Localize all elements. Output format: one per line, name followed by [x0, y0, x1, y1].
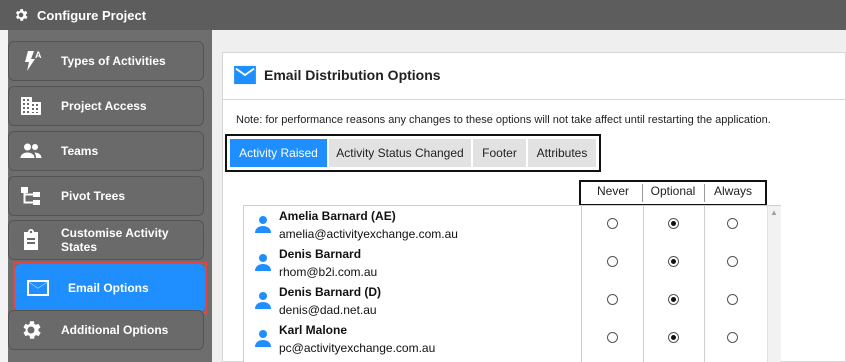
- radio-always[interactable]: [727, 256, 738, 267]
- user-email: denis@dad.net.au: [279, 303, 377, 317]
- user-row: Denis Barnard rhom@b2i.com.au: [244, 245, 579, 283]
- envelope-icon: [27, 280, 49, 296]
- window-titlebar: Configure Project: [0, 0, 846, 30]
- radio-optional[interactable]: [668, 294, 679, 305]
- list-scrollbar[interactable]: [767, 206, 781, 362]
- building-icon: [21, 97, 41, 115]
- user-row: Karl Malone pc@activityexchange.com.au: [244, 321, 579, 359]
- people-icon: [20, 143, 42, 158]
- performance-note: Note: for performance reasons any change…: [236, 114, 771, 126]
- sidebar-item-types-of-activities[interactable]: A Types of Activities: [8, 41, 204, 81]
- user-icon: [255, 254, 271, 271]
- gear-icon: [23, 321, 41, 339]
- radio-always[interactable]: [727, 294, 738, 305]
- radio-never[interactable]: [607, 256, 618, 267]
- radio-never[interactable]: [607, 294, 618, 305]
- lightning-a-icon: A: [25, 50, 42, 71]
- sidebar-item-customise-activity-states[interactable]: Customise Activity States: [8, 220, 204, 260]
- user-row: Denis Barnard (D) denis@dad.net.au: [244, 283, 579, 321]
- clipboard-icon: [24, 229, 38, 250]
- user-name: Denis Barnard (D): [279, 285, 382, 299]
- user-name: Amelia Barnard (AE): [279, 209, 396, 223]
- user-icon: [255, 330, 271, 347]
- user-name: Denis Barnard: [279, 247, 362, 261]
- sidebar-item-label: Pivot Trees: [61, 189, 126, 203]
- user-email: pc@activityexchange.com.au: [279, 341, 436, 355]
- envelope-icon: [234, 65, 256, 85]
- sidebar-item-additional-options[interactable]: Additional Options: [8, 310, 204, 350]
- scroll-up-arrow-icon[interactable]: ▲: [770, 208, 778, 217]
- sidebar-item-teams[interactable]: Teams: [8, 131, 204, 171]
- user-email: rhom@b2i.com.au: [279, 265, 378, 279]
- radio-never[interactable]: [607, 332, 618, 343]
- header-divider: [222, 99, 846, 100]
- tree-icon: [21, 187, 40, 205]
- user-icon: [255, 292, 271, 309]
- column-header-always: Always: [713, 184, 752, 198]
- sidebar-item-email-options[interactable]: Email Options: [15, 264, 205, 312]
- gear-icon: [15, 9, 28, 21]
- column-divider: [581, 205, 582, 362]
- radio-optional[interactable]: [668, 218, 679, 229]
- tab-footer[interactable]: Footer: [473, 139, 526, 167]
- column-divider: [704, 205, 705, 362]
- user-row: Amelia Barnard (AE) amelia@activityexcha…: [244, 207, 579, 245]
- sidebar-item-label: Types of Activities: [61, 54, 166, 68]
- tab-attributes[interactable]: Attributes: [528, 139, 596, 167]
- user-name: Karl Malone: [279, 323, 348, 337]
- radio-optional[interactable]: [668, 332, 679, 343]
- panel-title: Email Distribution Options: [264, 67, 441, 83]
- panel-header: Email Distribution Options: [234, 65, 441, 85]
- svg-text:A: A: [35, 50, 42, 60]
- sidebar-item-label: Teams: [61, 144, 99, 158]
- sidebar-item-label: Additional Options: [61, 323, 169, 337]
- column-header-optional: Optional: [650, 184, 696, 198]
- tab-activity-raised[interactable]: Activity Raised: [230, 139, 327, 167]
- sidebar-item-label: Customise Activity States: [61, 226, 169, 254]
- user-email: amelia@activityexchange.com.au: [279, 227, 458, 241]
- tab-activity-status-changed[interactable]: Activity Status Changed: [329, 139, 471, 167]
- user-icon: [255, 216, 271, 233]
- radio-always[interactable]: [727, 218, 738, 229]
- window-title: Configure Project: [37, 7, 147, 23]
- column-header-never: Never: [596, 184, 629, 198]
- radio-optional[interactable]: [668, 256, 679, 267]
- sidebar-item-label: Project Access: [61, 99, 147, 113]
- sidebar-item-pivot-trees[interactable]: Pivot Trees: [8, 176, 204, 216]
- radio-never[interactable]: [607, 218, 618, 229]
- column-divider: [643, 205, 644, 362]
- sidebar-item-project-access[interactable]: Project Access: [8, 86, 204, 126]
- sidebar-item-label: Email Options: [68, 281, 149, 295]
- radio-always[interactable]: [727, 332, 738, 343]
